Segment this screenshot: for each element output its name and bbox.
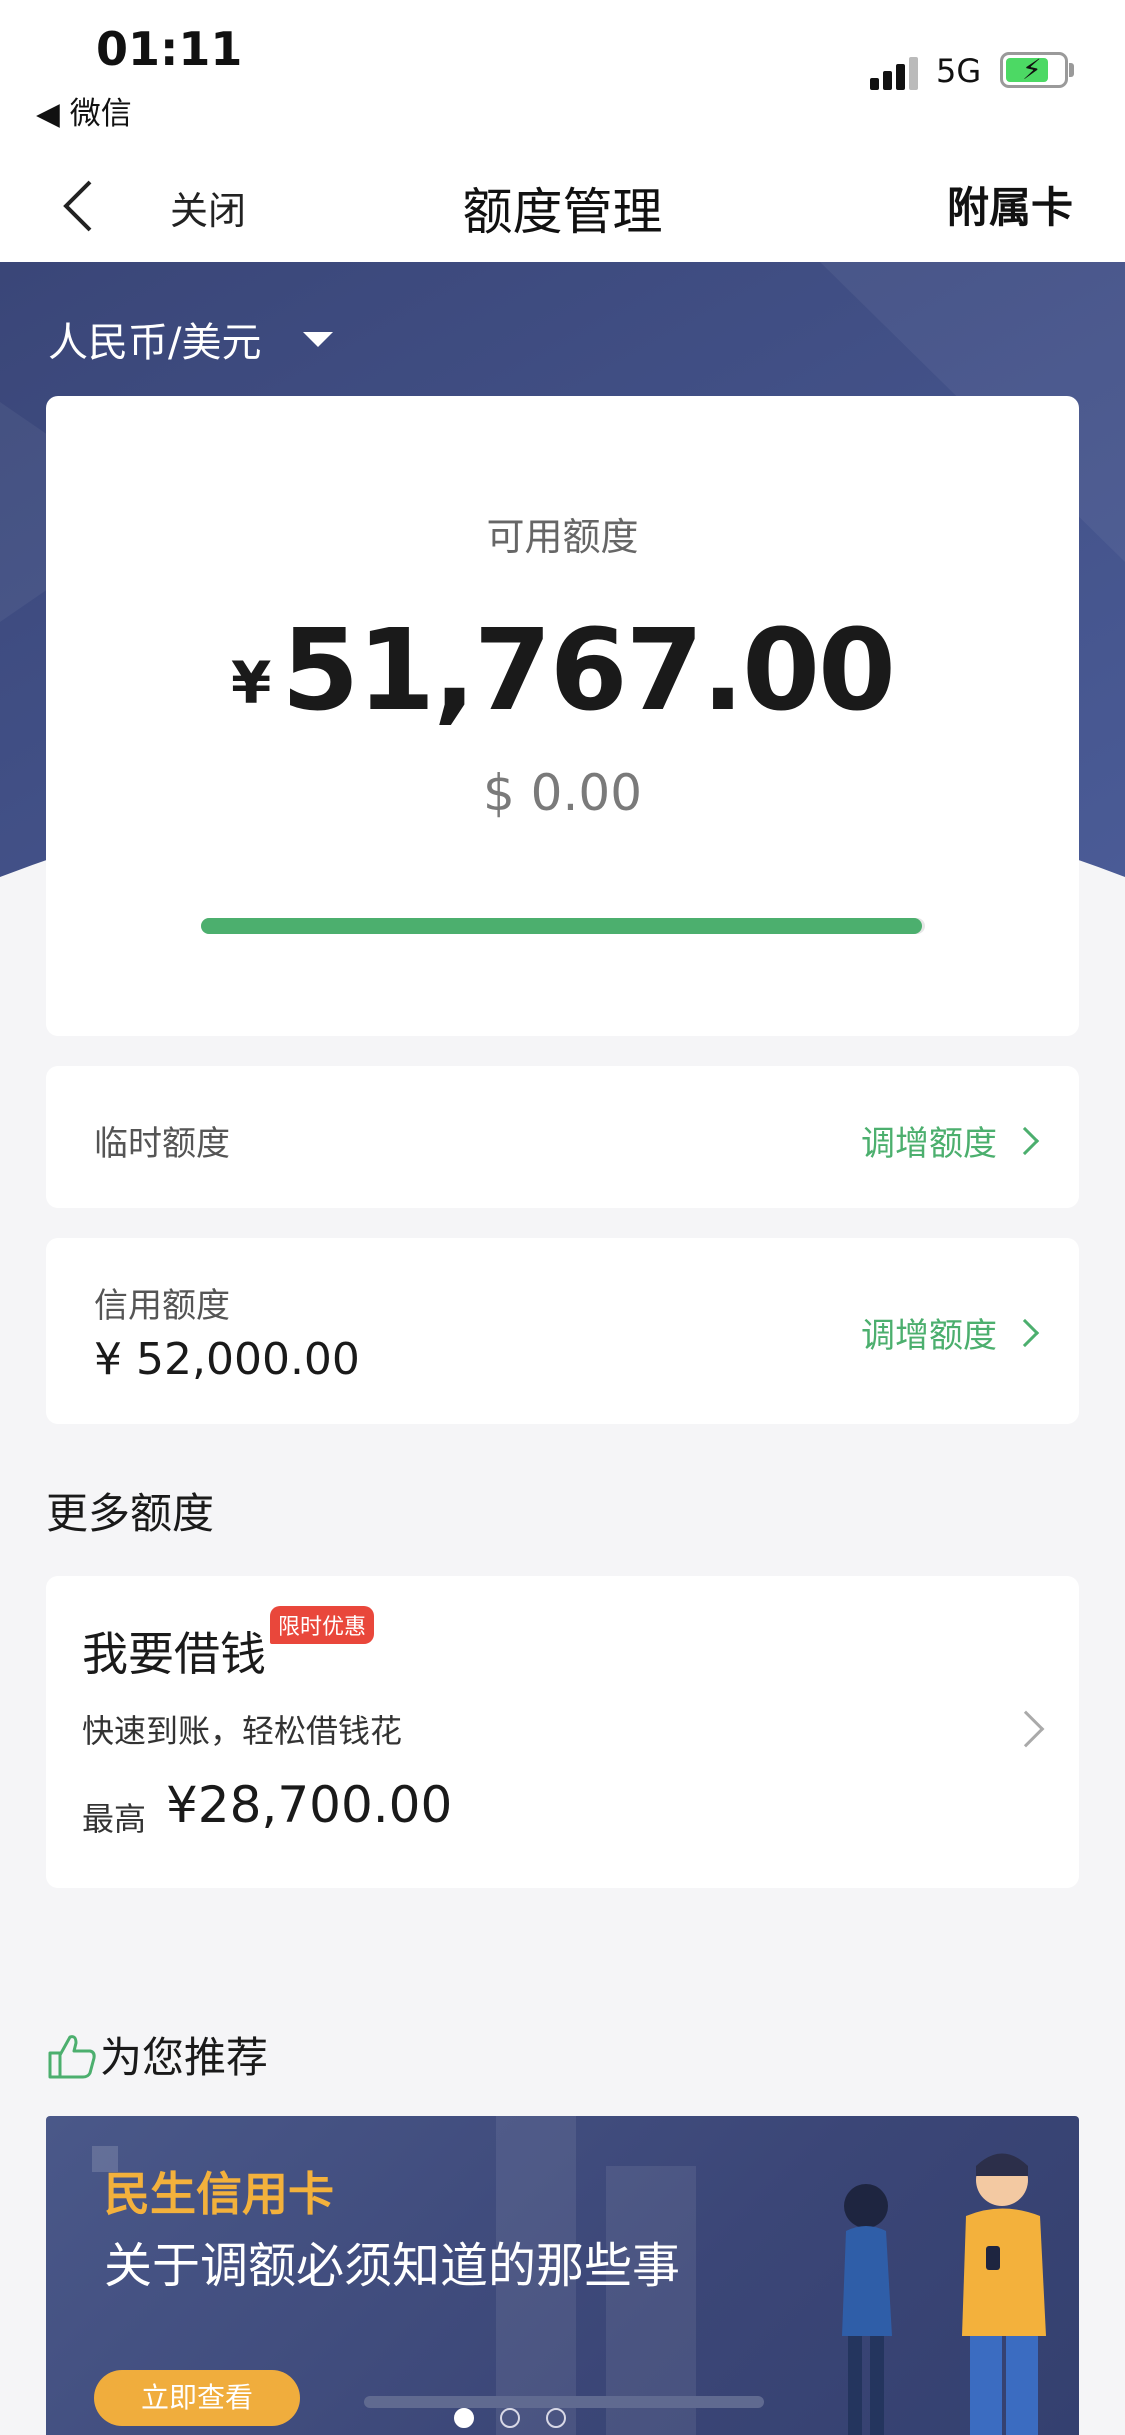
temporary-limit-row[interactable]: 临时额度 调增额度	[46, 1066, 1079, 1208]
thumbs-up-icon	[48, 2034, 96, 2078]
carousel-dot[interactable]	[546, 2408, 566, 2428]
battery-icon: ⚡	[1000, 52, 1068, 88]
available-limit-amount: ¥51,767.00	[46, 606, 1079, 736]
carousel-dot[interactable]	[454, 2408, 474, 2428]
banner-brand: 民生信用卡	[104, 2167, 334, 2221]
usd-available-amount: $ 0.00	[482, 764, 643, 822]
credit-limit-value: ¥ 52,000.00	[94, 1334, 360, 1385]
loan-title: 我要借钱	[82, 1627, 266, 1681]
temporary-limit-label: 临时额度	[94, 1124, 230, 1164]
chevron-right-icon	[1010, 1126, 1040, 1155]
chevron-right-icon	[1007, 1710, 1045, 1748]
supplementary-card-button[interactable]: 附属卡	[947, 174, 1073, 235]
carousel-dot[interactable]	[500, 2408, 520, 2428]
status-time: 01:11	[96, 22, 243, 76]
banner-view-button[interactable]: 立即查看	[94, 2370, 300, 2426]
currency-selector-label: 人民币/美元	[48, 320, 262, 366]
available-limit-label: 可用额度	[486, 515, 639, 559]
currency-symbol: ¥	[231, 649, 272, 717]
loan-offer-card[interactable]: 我要借钱 限时优惠 快速到账，轻松借钱花 最高 ¥28,700.00	[46, 1576, 1079, 1888]
banner-decor-shape	[606, 2166, 696, 2435]
increase-limit-label: 调增额度	[861, 1124, 997, 1164]
credit-limit-row[interactable]: 信用额度 ¥ 52,000.00 调增额度	[46, 1238, 1079, 1424]
available-limit-value: 51,767.00	[281, 606, 896, 736]
chevron-right-icon	[1010, 1318, 1040, 1347]
recommend-heading: 为您推荐	[46, 2024, 268, 2085]
banner-headline: 关于调额必须知道的那些事	[104, 2238, 681, 2294]
promo-badge: 限时优惠	[270, 1606, 375, 1644]
carousel-pagination	[454, 2408, 592, 2428]
currency-selector[interactable]: 人民币/美元	[48, 310, 334, 368]
temporary-limit-increase-link[interactable]: 调增额度	[861, 1116, 1040, 1165]
signal-icon	[870, 56, 920, 90]
battery-cap	[1069, 63, 1074, 77]
limit-progress-fill	[201, 918, 922, 934]
loan-max-value: ¥28,700.00	[166, 1776, 453, 1834]
limit-progress-bar	[201, 918, 925, 934]
network-type: 5G	[936, 52, 982, 90]
credit-limit-label: 信用额度	[94, 1286, 230, 1326]
banner-illustration-people	[842, 2153, 1046, 2435]
back-to-app-link[interactable]: ◀ 微信	[36, 88, 132, 133]
loan-max-label: 最高	[82, 1800, 147, 1838]
caret-down-icon	[303, 331, 334, 347]
credit-limit-increase-link[interactable]: 调增额度	[861, 1308, 1040, 1357]
available-limit-card: 可用额度 ¥51,767.00 $ 0.00	[46, 396, 1079, 1036]
banner-scroll-bar	[364, 2396, 764, 2408]
more-limits-heading: 更多额度	[46, 1489, 215, 1538]
nav-bar: 关闭 额度管理 附属卡	[0, 150, 1125, 262]
promo-banner[interactable]: 民生信用卡 关于调额必须知道的那些事 立即查看	[46, 2116, 1079, 2435]
loan-description: 快速到账，轻松借钱花	[82, 1712, 403, 1750]
increase-limit-label: 调增额度	[861, 1316, 997, 1356]
recommend-title: 为您推荐	[100, 2033, 269, 2082]
